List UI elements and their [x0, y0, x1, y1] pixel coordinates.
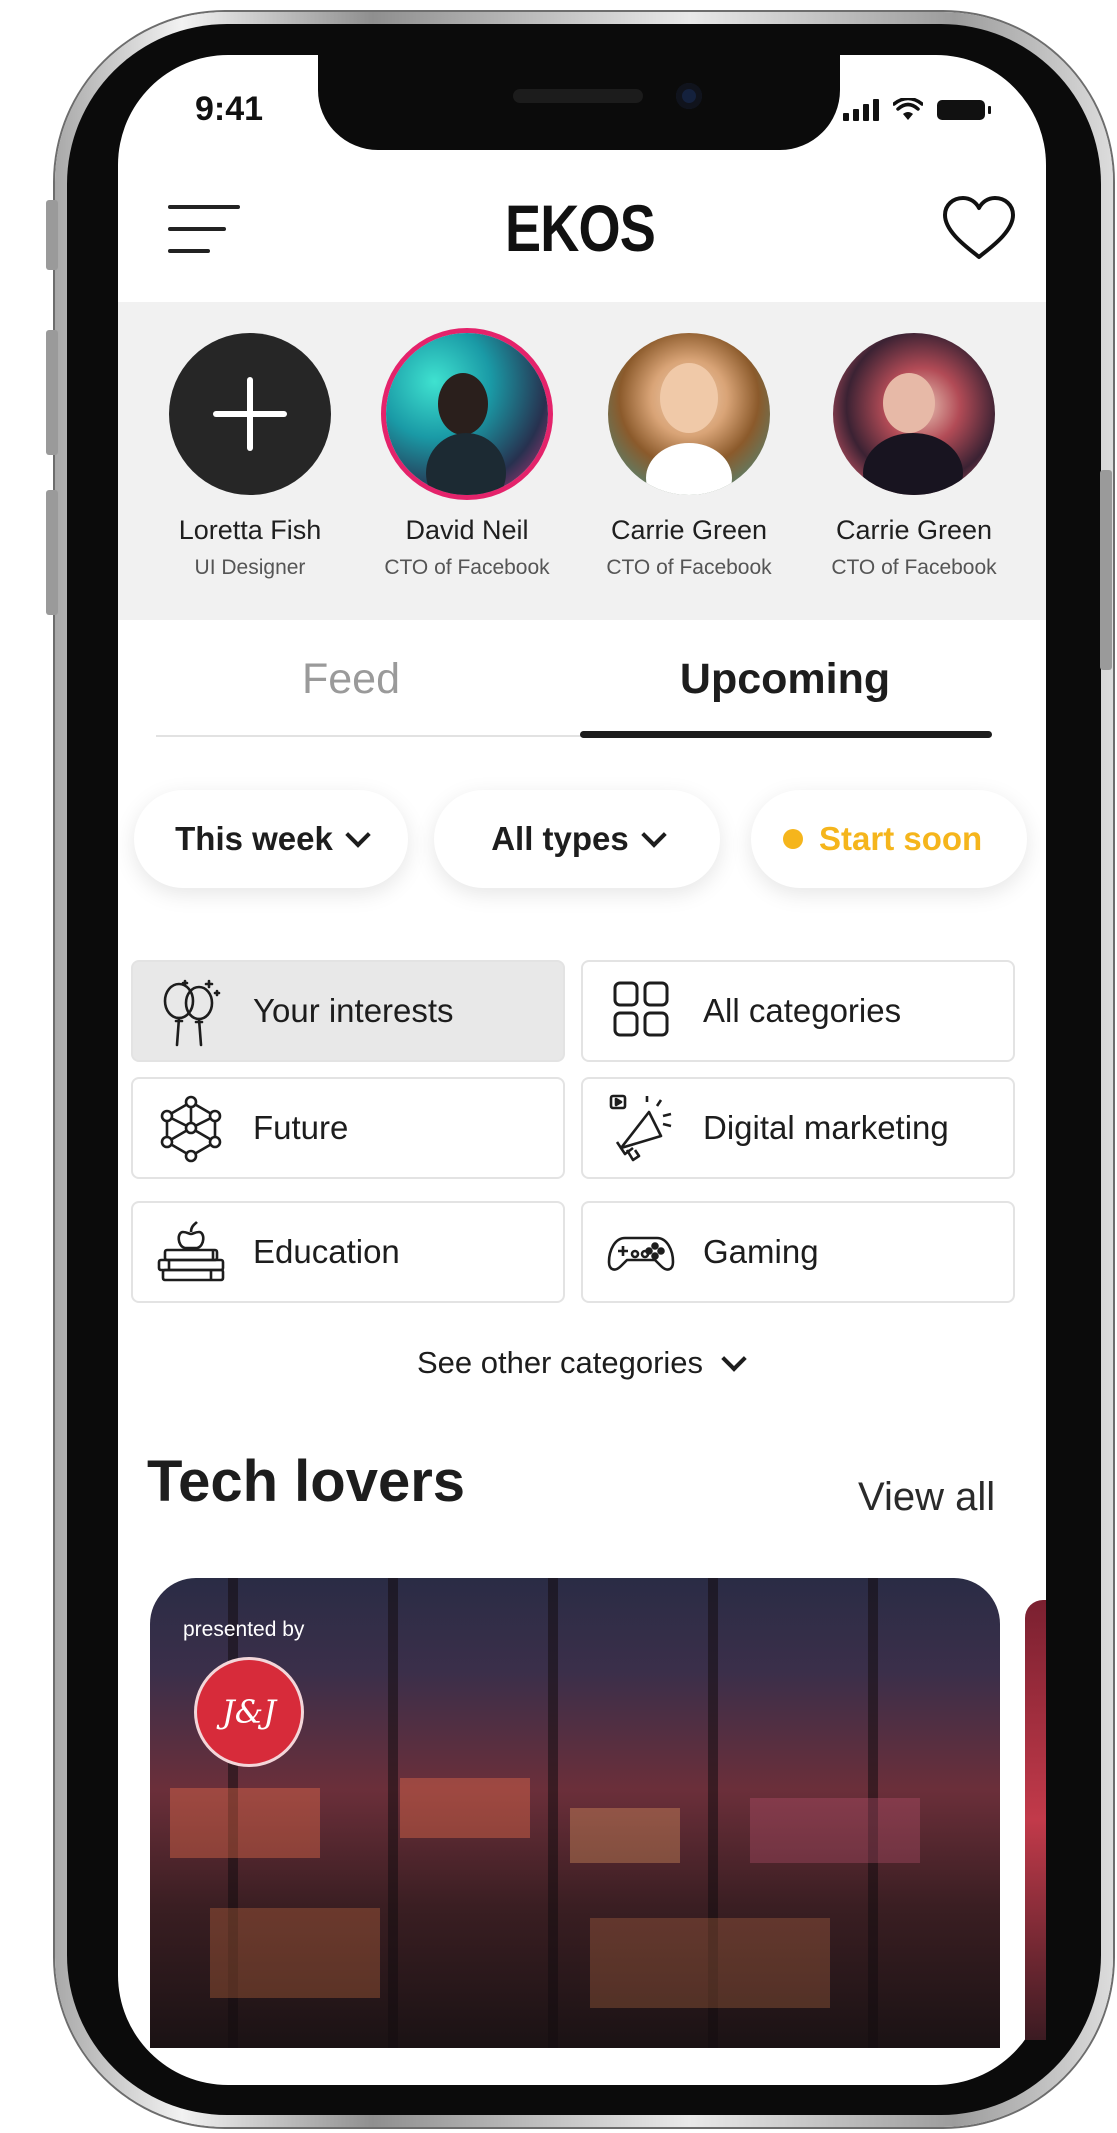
chevron-down-icon [641, 822, 667, 848]
brand-logo-text: J&J [221, 1693, 277, 1731]
wifi-icon [893, 98, 923, 120]
see-other-categories[interactable]: See other categories [340, 1345, 820, 1381]
status-dot [783, 829, 803, 849]
story-name: Carrie Green [835, 515, 993, 545]
story-item[interactable]: Carrie Green CTO of Facebook [579, 333, 799, 580]
building-window [400, 1778, 530, 1838]
battery-icon [937, 100, 991, 120]
avatar-figure [438, 373, 488, 435]
category-label: Education [253, 1233, 400, 1270]
story-role: UI Designer [194, 556, 306, 579]
app-title: EKOS [504, 191, 656, 265]
side-button [1100, 470, 1112, 670]
notch [318, 55, 840, 150]
category-label: Digital marketing [703, 1109, 949, 1146]
status-icons [843, 98, 991, 122]
tab-active-indicator [580, 731, 992, 738]
avatar[interactable] [833, 333, 995, 495]
add-story-button[interactable] [169, 333, 331, 495]
avatar-figure [883, 373, 935, 433]
story-add[interactable]: Loretta Fish UI Designer [140, 333, 360, 580]
megaphone-icon [609, 1094, 672, 1162]
heart-icon[interactable] [941, 195, 1017, 261]
menu-icon [168, 227, 226, 231]
avatar[interactable] [386, 333, 548, 495]
menu-icon [168, 249, 210, 253]
building-window [210, 1908, 380, 1998]
avatar-figure [863, 433, 963, 495]
story-role: CTO of Facebook [384, 556, 550, 579]
avatar[interactable] [608, 333, 770, 495]
story-item[interactable]: David Neil CTO of Facebook [357, 333, 577, 580]
event-card[interactable]: presented by J&J [150, 1578, 1000, 2048]
menu-icon [168, 205, 240, 209]
category-education[interactable]: Education [131, 1201, 565, 1303]
grid-icon [613, 981, 669, 1037]
next-event-card[interactable] [1025, 1600, 1046, 2040]
view-all-link[interactable]: View all [858, 1475, 995, 1520]
building-pillar [388, 1578, 398, 2048]
building-window [170, 1788, 320, 1858]
category-gaming[interactable]: Gaming [581, 1201, 1015, 1303]
presented-by-label: presented by [183, 1618, 305, 1641]
avatar-figure [660, 363, 718, 433]
category-your-interests[interactable]: Your interests [131, 960, 565, 1062]
story-role: CTO of Facebook [831, 556, 997, 579]
category-label: Gaming [703, 1233, 819, 1270]
balloons-icon [163, 979, 221, 1047]
avatar-figure [646, 443, 732, 495]
network-cube-icon [160, 1095, 222, 1163]
filter-label: All types [491, 820, 629, 857]
side-button [46, 330, 58, 455]
category-all-categories[interactable]: All categories [581, 960, 1015, 1062]
category-label: All categories [703, 992, 902, 1029]
tab-feed[interactable]: Feed [256, 655, 446, 704]
front-camera [676, 83, 702, 109]
see-other-label: See other categories [416, 1345, 704, 1380]
status-time: 9:41 [195, 90, 264, 128]
building-window [590, 1918, 830, 2008]
speaker [513, 89, 643, 103]
story-name: Carrie Green [610, 515, 768, 545]
side-button [46, 490, 58, 615]
brand-logo: J&J [197, 1660, 301, 1764]
filter-start-soon[interactable]: Start soon [751, 790, 1027, 888]
books-apple-icon [157, 1221, 225, 1282]
menu-button[interactable] [168, 205, 240, 257]
section-title: Tech lovers [147, 1449, 466, 1514]
tab-upcoming[interactable]: Upcoming [630, 655, 940, 704]
category-label: Future [253, 1109, 349, 1146]
signal-icon [843, 99, 879, 121]
avatar-figure [426, 433, 506, 495]
building-window [570, 1808, 680, 1863]
filter-label: This week [175, 820, 333, 857]
category-label: Your interests [253, 992, 454, 1029]
category-digital-marketing[interactable]: Digital marketing [581, 1077, 1015, 1179]
side-button [46, 200, 58, 270]
story-name: Loretta Fish [178, 515, 322, 545]
filter-this-week[interactable]: This week [134, 790, 408, 888]
gamepad-icon [607, 1236, 675, 1271]
filter-all-types[interactable]: All types [434, 790, 720, 888]
category-future[interactable]: Future [131, 1077, 565, 1179]
chevron-down-icon [721, 1346, 747, 1372]
building-window [750, 1798, 920, 1863]
story-name: David Neil [405, 515, 529, 545]
chevron-down-icon [345, 822, 371, 848]
building-pillar [548, 1578, 558, 2048]
filter-label: Start soon [819, 820, 983, 857]
story-item[interactable]: Carrie Green CTO of Facebook [804, 333, 1024, 580]
story-role: CTO of Facebook [606, 556, 772, 579]
